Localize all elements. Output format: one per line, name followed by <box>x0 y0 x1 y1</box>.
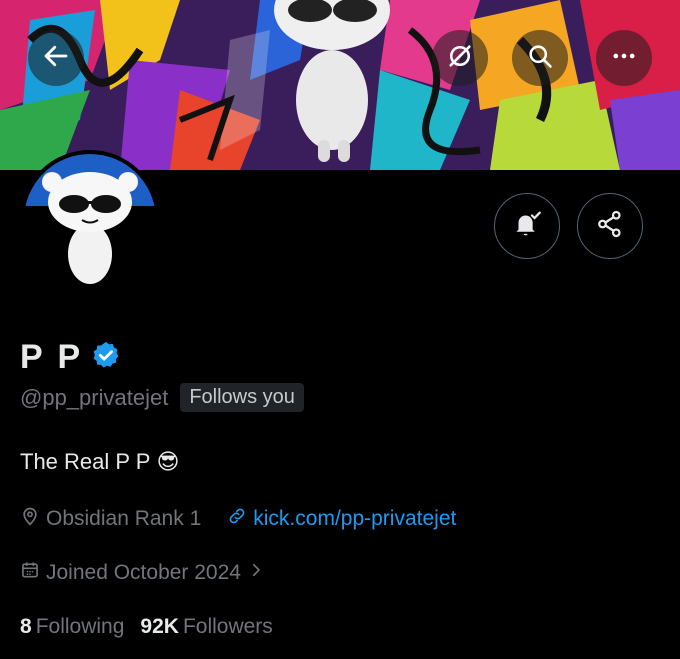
following-label: Following <box>35 615 125 638</box>
sunglasses-emoji: 😎 <box>156 449 180 474</box>
joined-row[interactable]: Joined October 2024 <box>20 560 265 586</box>
location-pin-icon <box>20 506 40 532</box>
arrow-left-icon <box>41 41 71 76</box>
more-dots-icon <box>610 42 638 75</box>
more-button[interactable] <box>596 30 652 86</box>
avatar[interactable] <box>20 150 160 290</box>
follow-stats: 8 Following 92K Followers <box>20 615 273 639</box>
bio: The Real P P 😎 <box>20 449 179 475</box>
chevron-right-icon <box>247 561 265 585</box>
verified-badge-icon[interactable] <box>91 340 121 375</box>
followers-link[interactable]: 92K Followers <box>140 615 272 639</box>
following-link[interactable]: 8 Following <box>20 615 124 639</box>
avatar-image <box>24 154 156 286</box>
search-icon <box>526 42 554 75</box>
profile-banner[interactable] <box>0 0 680 170</box>
back-button[interactable] <box>28 30 84 86</box>
meta-location-link-row: Obsidian Rank 1 kick.com/pp-privatejet <box>20 506 456 532</box>
website-link[interactable]: kick.com/pp-privatejet <box>253 507 456 531</box>
following-count: 8 <box>20 615 32 638</box>
followers-count: 92K <box>140 615 179 638</box>
joined-text: Joined October 2024 <box>46 561 241 584</box>
search-button[interactable] <box>512 30 568 86</box>
graffiti-banner-image <box>0 0 680 170</box>
calendar-icon <box>20 560 40 586</box>
followers-label: Followers <box>182 615 273 638</box>
hide-button[interactable] <box>432 30 488 86</box>
user-handle: @pp_privatejet <box>20 384 169 410</box>
notifications-button[interactable] <box>494 193 560 259</box>
share-button[interactable] <box>577 193 643 259</box>
bio-text: The Real P P <box>20 449 151 474</box>
follows-you-badge: Follows you <box>180 383 304 412</box>
handle-row: @pp_privatejet Follows you <box>20 383 304 412</box>
display-name-row: P P <box>20 338 121 377</box>
location-text: Obsidian Rank 1 <box>46 507 202 530</box>
link-icon <box>227 506 247 532</box>
bell-check-icon <box>510 207 544 246</box>
eye-slash-icon <box>446 42 474 75</box>
share-icon <box>595 209 625 244</box>
display-name: P P <box>20 338 84 376</box>
